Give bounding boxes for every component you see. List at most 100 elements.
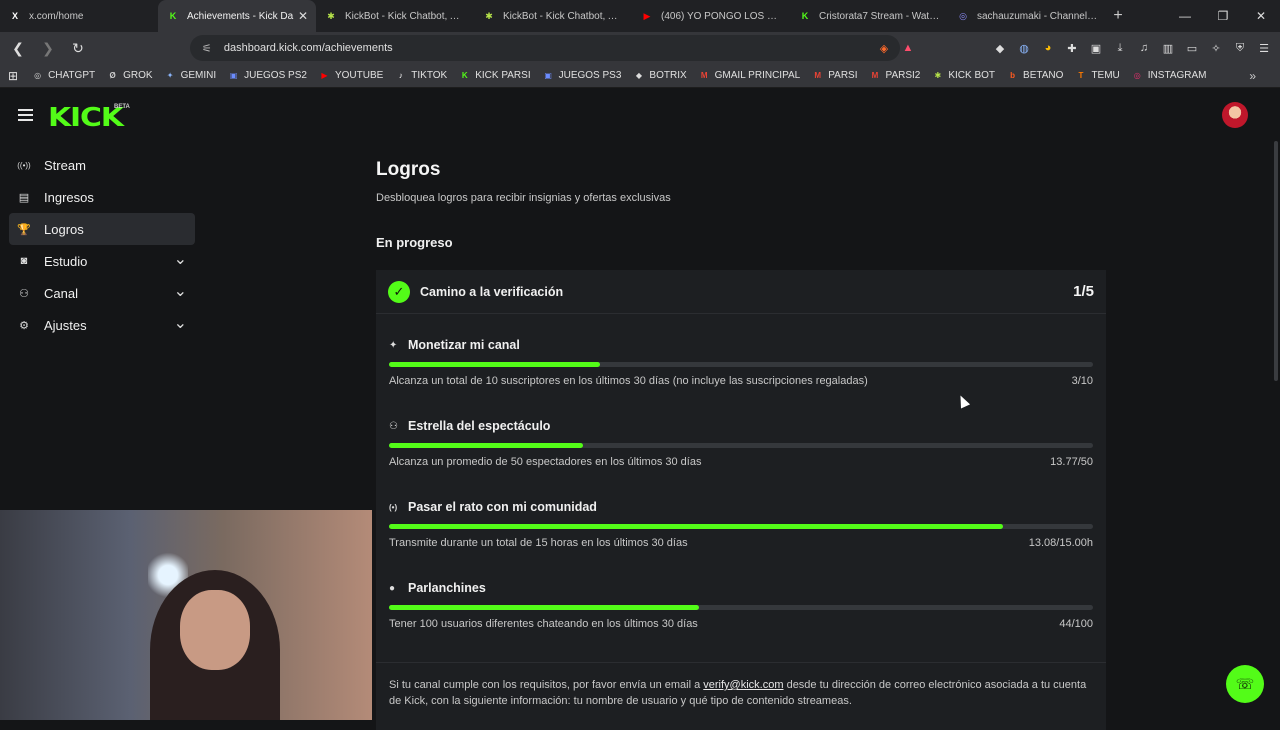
back-button[interactable]: ❮ [6, 40, 30, 57]
sidebar-item-logros[interactable]: 🏆 Logros [9, 213, 195, 245]
sidebar-item-estudio[interactable]: ◙ Estudio ⌄ [9, 245, 195, 277]
extension-diamond-icon[interactable]: ◆ [992, 40, 1008, 56]
sidebar-item-canal[interactable]: ⚇ Canal ⌄ [9, 277, 195, 309]
sidebar-item-label: Stream [44, 157, 86, 173]
bookmark-item[interactable]: ◆ BOTRIX [633, 70, 687, 81]
bookmark-label: BOTRIX [649, 70, 687, 81]
webcam-overlay [0, 510, 372, 720]
dashboard-header: KICK BETA [0, 89, 1280, 141]
bookmark-item[interactable]: Ø GROK [107, 70, 152, 81]
menu-icon[interactable]: ☰ [1256, 40, 1272, 56]
vpn-shield-icon[interactable]: ⛨ [1232, 40, 1248, 56]
bookmark-item[interactable]: ▶ YOUTUBE [319, 70, 383, 81]
bookmark-label: BETANO [1023, 70, 1064, 81]
sidebar-item-stream[interactable]: ((•)) Stream [9, 149, 195, 181]
browser-tab[interactable]: Xx.com/home [0, 0, 158, 32]
bookmark-favicon-icon: M [814, 71, 822, 80]
kick-dashboard-page: KICK BETA ((•)) Stream ▤ Ingresos 🏆 Logros ◙ Es… [0, 89, 1280, 730]
verify-email-link[interactable]: verify@kick.com [703, 679, 783, 691]
reload-button[interactable]: ↻ [66, 40, 90, 57]
chevron-down-icon[interactable]: ⌄ [174, 313, 187, 333]
sidebar-toggle-icon[interactable]: ▥ [1160, 40, 1176, 56]
requirement-description: Alcanza un promedio de 50 espectadores e… [389, 456, 702, 468]
close-window-button[interactable]: ✕ [1242, 0, 1280, 32]
brave-shield-icon[interactable]: ◈ [876, 40, 892, 56]
sidebar-item-ajustes[interactable]: ⚙ Ajustes ⌄ [9, 309, 195, 341]
browser-tab-strip: Xx.com/home K Achievements - Kick Da ✕ ✱ Kick… [0, 0, 1280, 32]
support-chat-button[interactable]: ☏ [1226, 665, 1264, 703]
new-tab-button[interactable]: + [1106, 7, 1130, 25]
extension-color-icon[interactable]: ◕ [1040, 40, 1056, 56]
user-avatar[interactable] [1222, 102, 1248, 128]
youtube-icon: ▶ [643, 10, 651, 21]
requirement-description: Transmite durante un total de 15 horas e… [389, 537, 688, 549]
requirement-item: (•) Pasar el rato con mi comunidad Transmi… [389, 500, 1093, 549]
browser-tab[interactable]: ▶ (406) YO PONGO LOS BOTS [632, 0, 790, 32]
minimize-button[interactable]: — [1166, 0, 1204, 32]
verification-footnote: Si tu canal cumple con los requisitos, p… [389, 677, 1094, 709]
site-info-icon[interactable]: ⚟ [202, 42, 212, 55]
brave-rewards-icon[interactable]: ▲ [900, 40, 916, 56]
bookmark-item[interactable]: K KICK PARSI [459, 70, 531, 81]
studio-icon: ◙ [20, 255, 28, 267]
bookmark-favicon-icon: b [1010, 71, 1015, 80]
bookmark-item[interactable]: ◎ INSTAGRAM [1132, 70, 1207, 81]
browser-tab[interactable]: ✱ KickBot - Kick Chatbot, Aler [316, 0, 474, 32]
bookmark-item[interactable]: M PARSI [812, 70, 857, 81]
page-scrollbar[interactable] [1274, 141, 1278, 381]
tab-list: Xx.com/home K Achievements - Kick Da ✕ ✱ Kick… [0, 0, 1106, 32]
progress-bar [389, 524, 1093, 529]
bookmark-item[interactable]: ▣ JUEGOS PS3 [543, 70, 621, 81]
bookmark-favicon-icon: ▣ [544, 71, 552, 80]
users-icon: ⚇ [389, 420, 398, 432]
bookmark-label: GROK [123, 70, 153, 81]
extension-profile-icon[interactable]: ◍ [1016, 40, 1032, 56]
sidebar-item-ingresos[interactable]: ▤ Ingresos [9, 181, 195, 213]
divider [376, 662, 1106, 663]
tab-label: (406) YO PONGO LOS BOTS [661, 10, 782, 22]
more-bookmarks-icon[interactable]: » [1249, 69, 1256, 83]
extensions-puzzle-icon[interactable]: ✚ [1064, 40, 1080, 56]
requirement-title-text: Parlanchines [408, 581, 486, 595]
bookmark-item[interactable]: ✱ KICK BOT [932, 70, 996, 81]
chevron-down-icon[interactable]: ⌄ [174, 249, 187, 269]
bookmark-item[interactable]: ▣ JUEGOS PS2 [228, 70, 307, 81]
restore-button[interactable]: ❐ [1204, 0, 1242, 32]
download-icon[interactable]: ⤓ [1112, 40, 1128, 56]
achievement-card: ✓ Camino a la verificación 1/5 ✦ Monetiza… [376, 270, 1106, 730]
sparkle-icon: ✦ [389, 339, 398, 351]
browser-tab[interactable]: K Achievements - Kick Da ✕ [158, 0, 316, 32]
url-bar[interactable]: ⚟ dashboard.kick.com/achievements [190, 35, 900, 61]
footnote-text-pre: Si tu canal cumple con los requisitos, p… [389, 679, 704, 691]
progress-bar [389, 605, 1093, 610]
browser-tab[interactable]: ◎ sachauzumaki - Channel Sta [948, 0, 1106, 32]
bookmark-item[interactable]: T TEMU [1075, 70, 1119, 81]
bookmark-label: INSTAGRAM [1147, 70, 1207, 81]
wallet-icon[interactable]: ▭ [1184, 40, 1200, 56]
kick-logo[interactable]: KICK [48, 103, 124, 133]
requirement-title: ⚇ Estrella del espectáculo [389, 419, 1093, 433]
bookmark-item[interactable]: M GMAIL PRINCIPAL [699, 70, 800, 81]
bookmark-item[interactable]: ✦ GEMINI [165, 70, 216, 81]
achievement-card-header[interactable]: ✓ Camino a la verificación 1/5 [376, 270, 1106, 314]
bookmark-item[interactable]: b BETANO [1007, 70, 1063, 81]
chevron-down-icon[interactable]: ⌄ [174, 281, 187, 301]
requirement-title: ✦ Monetizar mi canal [389, 338, 1093, 352]
trophy-icon: 🏆 [17, 223, 31, 236]
hamburger-menu-icon[interactable] [18, 109, 33, 121]
media-icon[interactable]: ♫ [1136, 40, 1152, 56]
leo-ai-icon[interactable]: ✧ [1208, 40, 1224, 56]
browser-tab[interactable]: ✱ KickBot - Kick Chatbot, Aler [474, 0, 632, 32]
bookmark-item[interactable]: M PARSI2 [870, 70, 921, 81]
browser-tab[interactable]: K Cristorata7 Stream - Watch L [790, 0, 948, 32]
bookmark-favicon-icon: ▣ [229, 71, 238, 80]
tab-close-icon[interactable]: ✕ [298, 9, 308, 23]
screenshot-icon[interactable]: ▣ [1088, 40, 1104, 56]
bookmark-item[interactable]: ◎ CHATGPT [32, 70, 95, 81]
bookmark-favicon-icon: ◎ [1133, 71, 1141, 80]
requirement-title-text: Monetizar mi canal [408, 338, 520, 352]
bookmark-item[interactable]: ♪ TIKTOK [395, 70, 447, 81]
apps-grid-icon[interactable]: ⊞ [8, 69, 18, 83]
forward-button[interactable]: ❯ [36, 40, 60, 57]
